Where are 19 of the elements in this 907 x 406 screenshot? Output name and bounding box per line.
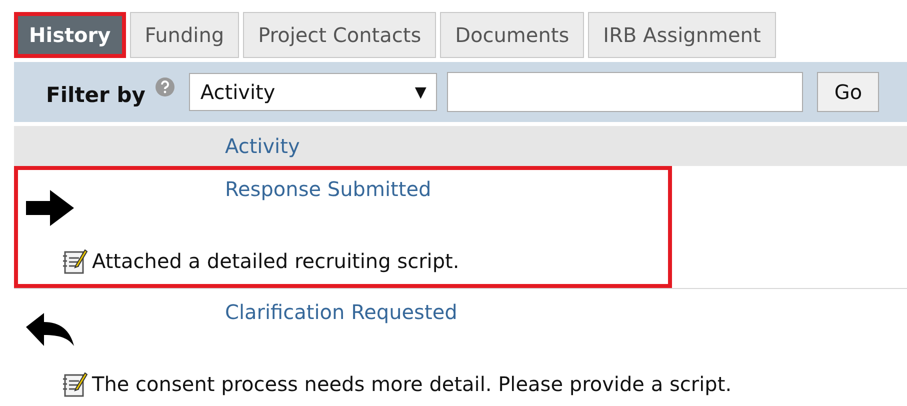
go-button[interactable]: Go: [817, 72, 880, 112]
activity-note: The consent process needs more detail. Please provide a script.: [92, 371, 732, 398]
activity-note: Attached a detailed recruiting script.: [92, 248, 460, 275]
filter-select[interactable]: Activity ▼: [189, 73, 438, 111]
caret-icon: ▼: [414, 80, 426, 104]
activity-title[interactable]: Clarification Requested: [225, 297, 458, 327]
filter-input[interactable]: [447, 72, 804, 112]
tab[interactable]: History: [14, 12, 126, 58]
tab[interactable]: Documents: [440, 12, 584, 58]
activity-title[interactable]: Response Submitted: [225, 174, 432, 204]
column-header[interactable]: Activity: [225, 131, 300, 161]
note-icon: [62, 370, 88, 398]
note-icon: [62, 247, 88, 275]
right-arrow-icon: [26, 190, 74, 226]
tab[interactable]: IRB Assignment: [588, 12, 776, 58]
filter-label: Filter by: [46, 82, 146, 110]
tab[interactable]: Project Contacts: [243, 12, 436, 58]
help-icon[interactable]: [155, 77, 176, 97]
tab[interactable]: Funding: [130, 12, 240, 58]
